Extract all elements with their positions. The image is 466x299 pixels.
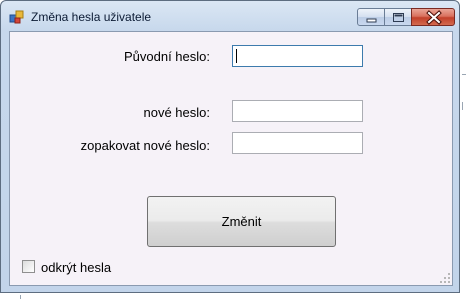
repeat-password-field[interactable] bbox=[232, 132, 363, 154]
maximize-icon bbox=[393, 13, 404, 22]
background-edge-mark bbox=[20, 295, 21, 299]
new-password-label: nové heslo: bbox=[143, 105, 211, 120]
text-caret bbox=[236, 49, 237, 63]
app-icon bbox=[9, 9, 25, 25]
close-button[interactable] bbox=[411, 8, 455, 26]
form-client-area: Původní heslo: nové heslo: zopakovat nov… bbox=[9, 31, 453, 286]
window-title: Změna hesla uživatele bbox=[31, 10, 152, 24]
title-bar[interactable]: Změna hesla uživatele bbox=[1, 1, 459, 31]
change-password-button-label: Změnit bbox=[221, 214, 262, 229]
minimize-button[interactable] bbox=[357, 8, 385, 26]
close-icon bbox=[426, 10, 442, 25]
new-password-field[interactable] bbox=[232, 100, 363, 122]
maximize-button[interactable] bbox=[384, 8, 412, 26]
resize-grip-icon[interactable] bbox=[440, 273, 450, 283]
change-password-button[interactable]: Změnit bbox=[147, 196, 336, 247]
show-passwords-label[interactable]: odkrýt hesla bbox=[41, 260, 111, 275]
old-password-label: Původní heslo: bbox=[123, 49, 210, 64]
dialog-window: Změna hesla uživatele Původní heslo: nov… bbox=[0, 0, 460, 293]
old-password-field[interactable] bbox=[232, 45, 363, 67]
background-edge-mark bbox=[462, 102, 463, 110]
background-edge-mark bbox=[462, 74, 466, 75]
repeat-password-label: zopakovat nové heslo: bbox=[80, 138, 210, 153]
show-passwords-checkbox[interactable] bbox=[22, 260, 35, 273]
minimize-icon bbox=[366, 18, 377, 23]
